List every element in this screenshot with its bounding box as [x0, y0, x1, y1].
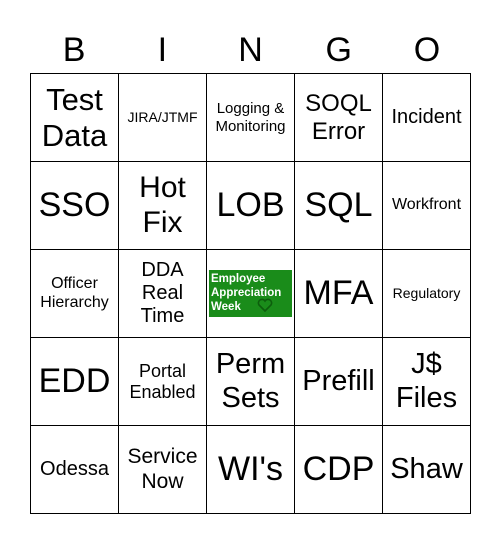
free-space-image: Employee Appreciation Week [209, 270, 292, 317]
bingo-cell[interactable]: EDD [31, 338, 119, 426]
bingo-cell[interactable]: Regulatory [383, 250, 471, 338]
header-letter-b: B [62, 31, 86, 69]
bingo-cell[interactable]: JIRA/JTMF [119, 74, 207, 162]
bingo-cell[interactable]: Shaw [383, 426, 471, 514]
header-letter-n: N [238, 31, 263, 69]
header-letter-g: G [325, 31, 352, 69]
bingo-cell[interactable]: Odessa [31, 426, 119, 514]
bingo-cell[interactable]: Perm Sets [207, 338, 295, 426]
bingo-cell[interactable]: SSO [31, 162, 119, 250]
bingo-card: Test Data JIRA/JTMF Logging & Monitoring… [30, 73, 471, 514]
heart-icon [257, 298, 273, 312]
bingo-cell[interactable]: Workfront [383, 162, 471, 250]
bingo-cell[interactable]: Officer Hierarchy [31, 250, 119, 338]
bingo-cell[interactable]: Test Data [31, 74, 119, 162]
bingo-cell[interactable]: LOB [207, 162, 295, 250]
free-space-cell[interactable]: Employee Appreciation Week [207, 250, 295, 338]
bingo-cell[interactable]: Prefill [295, 338, 383, 426]
bingo-cell[interactable]: CDP [295, 426, 383, 514]
bingo-cell[interactable]: SQL [295, 162, 383, 250]
bingo-cell[interactable]: Hot Fix [119, 162, 207, 250]
header-letter-i: I [157, 31, 168, 69]
bingo-cell[interactable]: Logging & Monitoring [207, 74, 295, 162]
bingo-cell[interactable]: WI's [207, 426, 295, 514]
header-letter-o: O [413, 31, 441, 69]
bingo-cell[interactable]: SOQL Error [295, 74, 383, 162]
bingo-cell[interactable]: Service Now [119, 426, 207, 514]
bingo-cell[interactable]: MFA [295, 250, 383, 338]
bingo-cell[interactable]: DDA Real Time [119, 250, 207, 338]
bingo-cell[interactable]: Incident [383, 74, 471, 162]
bingo-cell[interactable]: J$ Files [383, 338, 471, 426]
bingo-cell[interactable]: Portal Enabled [119, 338, 207, 426]
bingo-header: B I N G O [30, 28, 471, 72]
